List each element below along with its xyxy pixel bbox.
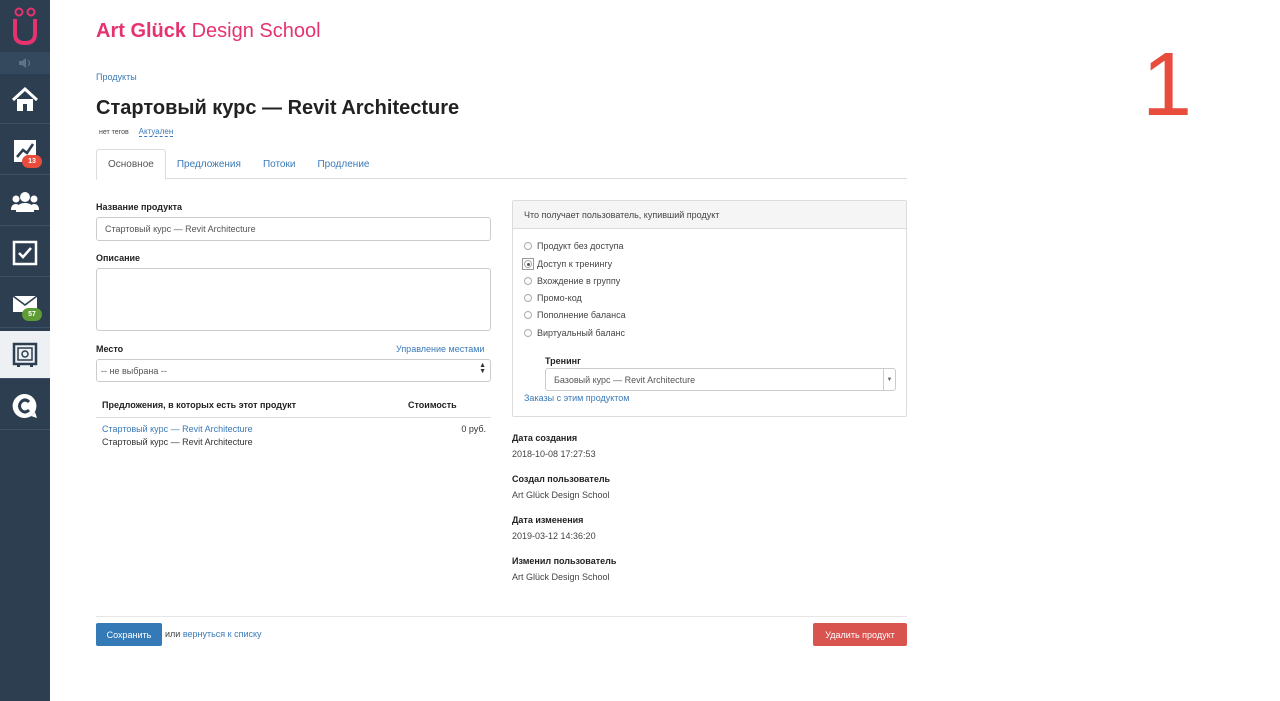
- product-name-label: Название продукта: [96, 202, 183, 212]
- safe-icon: [12, 342, 38, 367]
- radio-training-access[interactable]: [524, 260, 532, 268]
- option-label: Доступ к тренингу: [537, 259, 613, 269]
- sidebar-item-chat[interactable]: [0, 382, 50, 430]
- option-label: Промо-код: [537, 293, 582, 303]
- table-row: Стартовый курс — Revit Architecture Стар…: [102, 424, 486, 447]
- save-button[interactable]: Сохранить: [96, 623, 162, 646]
- training-select-value: Базовый курс — Revit Architecture: [554, 374, 696, 385]
- brand-name-bold: Art Glück: [96, 20, 187, 42]
- panel-title: Что получает пользователь, купивший прод…: [513, 201, 906, 229]
- radio-focus-ring: [522, 258, 534, 270]
- users-icon: [11, 191, 39, 212]
- back-line: или вернуться к списку: [165, 629, 262, 639]
- created-by-label: Создал пользователь: [512, 474, 611, 484]
- created-date-label: Дата создания: [512, 433, 578, 443]
- radio-virtual-balance[interactable]: [524, 329, 532, 337]
- product-tabs: Основное Предложения Потоки Продление: [96, 149, 907, 180]
- breadcrumb-products[interactable]: Продукты: [96, 72, 137, 82]
- offers-table-header: Предложения, в которых есть этот продукт…: [96, 393, 491, 418]
- option-balance[interactable]: Пополнение баланса: [524, 310, 626, 320]
- training-label: Тренинг: [545, 356, 581, 366]
- option-virtual-balance[interactable]: Виртуальный баланс: [524, 328, 625, 338]
- sidebar-item-home[interactable]: [0, 76, 50, 124]
- radio-promo[interactable]: [524, 294, 532, 302]
- select-arrows-icon: ▲ ▼: [479, 362, 486, 375]
- page-title: Стартовый курс — Revit Architecture: [96, 97, 460, 119]
- radio-no-access[interactable]: [524, 242, 532, 250]
- sidebar-item-users[interactable]: [0, 178, 50, 226]
- description-label: Описание: [96, 253, 141, 263]
- option-label: Продукт без доступа: [537, 241, 624, 251]
- brand-name-rest: Design School: [191, 20, 321, 42]
- tab-offers[interactable]: Предложения: [166, 149, 252, 179]
- or-text: или: [165, 629, 181, 639]
- tab-main[interactable]: Основное: [96, 149, 166, 180]
- app-logo[interactable]: [0, 0, 50, 52]
- speaker-icon: [19, 58, 31, 68]
- sidebar-item-sales[interactable]: [0, 331, 50, 379]
- manage-places-link[interactable]: Управление местами: [396, 344, 484, 354]
- access-panel: Что получает пользователь, купивший прод…: [512, 200, 907, 417]
- product-meta: нет тегов Актуален: [99, 127, 174, 137]
- option-training-access[interactable]: Доступ к тренингу: [522, 258, 613, 270]
- notifications-badge: 13: [22, 155, 42, 168]
- modified-date-value: 2019-03-12 14:36:20: [512, 531, 596, 541]
- messages-badge: 57: [22, 308, 42, 321]
- step-number: 1: [1142, 35, 1193, 135]
- school-brand[interactable]: Art Glück Design School: [96, 20, 321, 43]
- price-column-header: Стоимость: [408, 400, 457, 410]
- tab-renewal[interactable]: Продление: [306, 149, 380, 179]
- offer-price: 0 руб.: [461, 424, 486, 434]
- modified-date-label: Дата изменения: [512, 515, 584, 525]
- option-label: Вхождение в группу: [537, 276, 621, 286]
- place-select[interactable]: -- не выбрана -- ▲ ▼: [96, 359, 491, 382]
- modified-by-link[interactable]: Art Glück Design School: [512, 572, 610, 582]
- logo-icon: [13, 7, 37, 46]
- sound-toggle[interactable]: [0, 52, 50, 74]
- delete-product-button[interactable]: Удалить продукт: [813, 623, 907, 646]
- divider: [96, 616, 907, 617]
- offer-link[interactable]: Стартовый курс — Revit Architecture: [102, 424, 486, 434]
- training-select[interactable]: Базовый курс — Revit Architecture ▼: [545, 368, 896, 391]
- radio-group[interactable]: [524, 277, 532, 285]
- place-select-value: -- не выбрана --: [101, 365, 167, 376]
- option-label: Виртуальный баланс: [537, 328, 626, 338]
- home-icon: [11, 86, 39, 111]
- place-label: Место: [96, 344, 124, 354]
- status-toggle[interactable]: Актуален: [138, 127, 174, 137]
- sidebar-item-messages[interactable]: 57: [0, 280, 50, 328]
- offers-column-header: Предложения, в которых есть этот продукт: [102, 400, 297, 410]
- option-label: Пополнение баланса: [537, 310, 626, 320]
- sidebar: 13 57: [0, 0, 50, 701]
- created-date-value: 2018-10-08 17:27:53: [512, 449, 596, 459]
- checkbox-icon: [12, 240, 38, 265]
- tab-streams[interactable]: Потоки: [252, 149, 307, 179]
- back-to-list-link[interactable]: вернуться к списку: [183, 629, 262, 639]
- description-textarea[interactable]: [96, 268, 491, 331]
- orders-link[interactable]: Заказы с этим продуктом: [524, 393, 630, 403]
- tags-text: нет тегов: [99, 129, 129, 136]
- sidebar-item-reports[interactable]: 13: [0, 127, 50, 175]
- sidebar-item-tasks[interactable]: [0, 229, 50, 277]
- option-promo[interactable]: Промо-код: [524, 293, 582, 303]
- option-group[interactable]: Вхождение в группу: [524, 276, 620, 286]
- product-name-input[interactable]: Стартовый курс — Revit Architecture: [96, 217, 491, 241]
- option-no-access[interactable]: Продукт без доступа: [524, 241, 624, 251]
- created-by-link[interactable]: Art Glück Design School: [512, 490, 610, 500]
- modified-by-label: Изменил пользователь: [512, 556, 617, 566]
- chevron-down-icon[interactable]: ▼: [883, 369, 895, 390]
- chat-icon: [12, 393, 37, 418]
- radio-balance[interactable]: [524, 311, 532, 319]
- offer-subtitle: Стартовый курс — Revit Architecture: [102, 437, 253, 447]
